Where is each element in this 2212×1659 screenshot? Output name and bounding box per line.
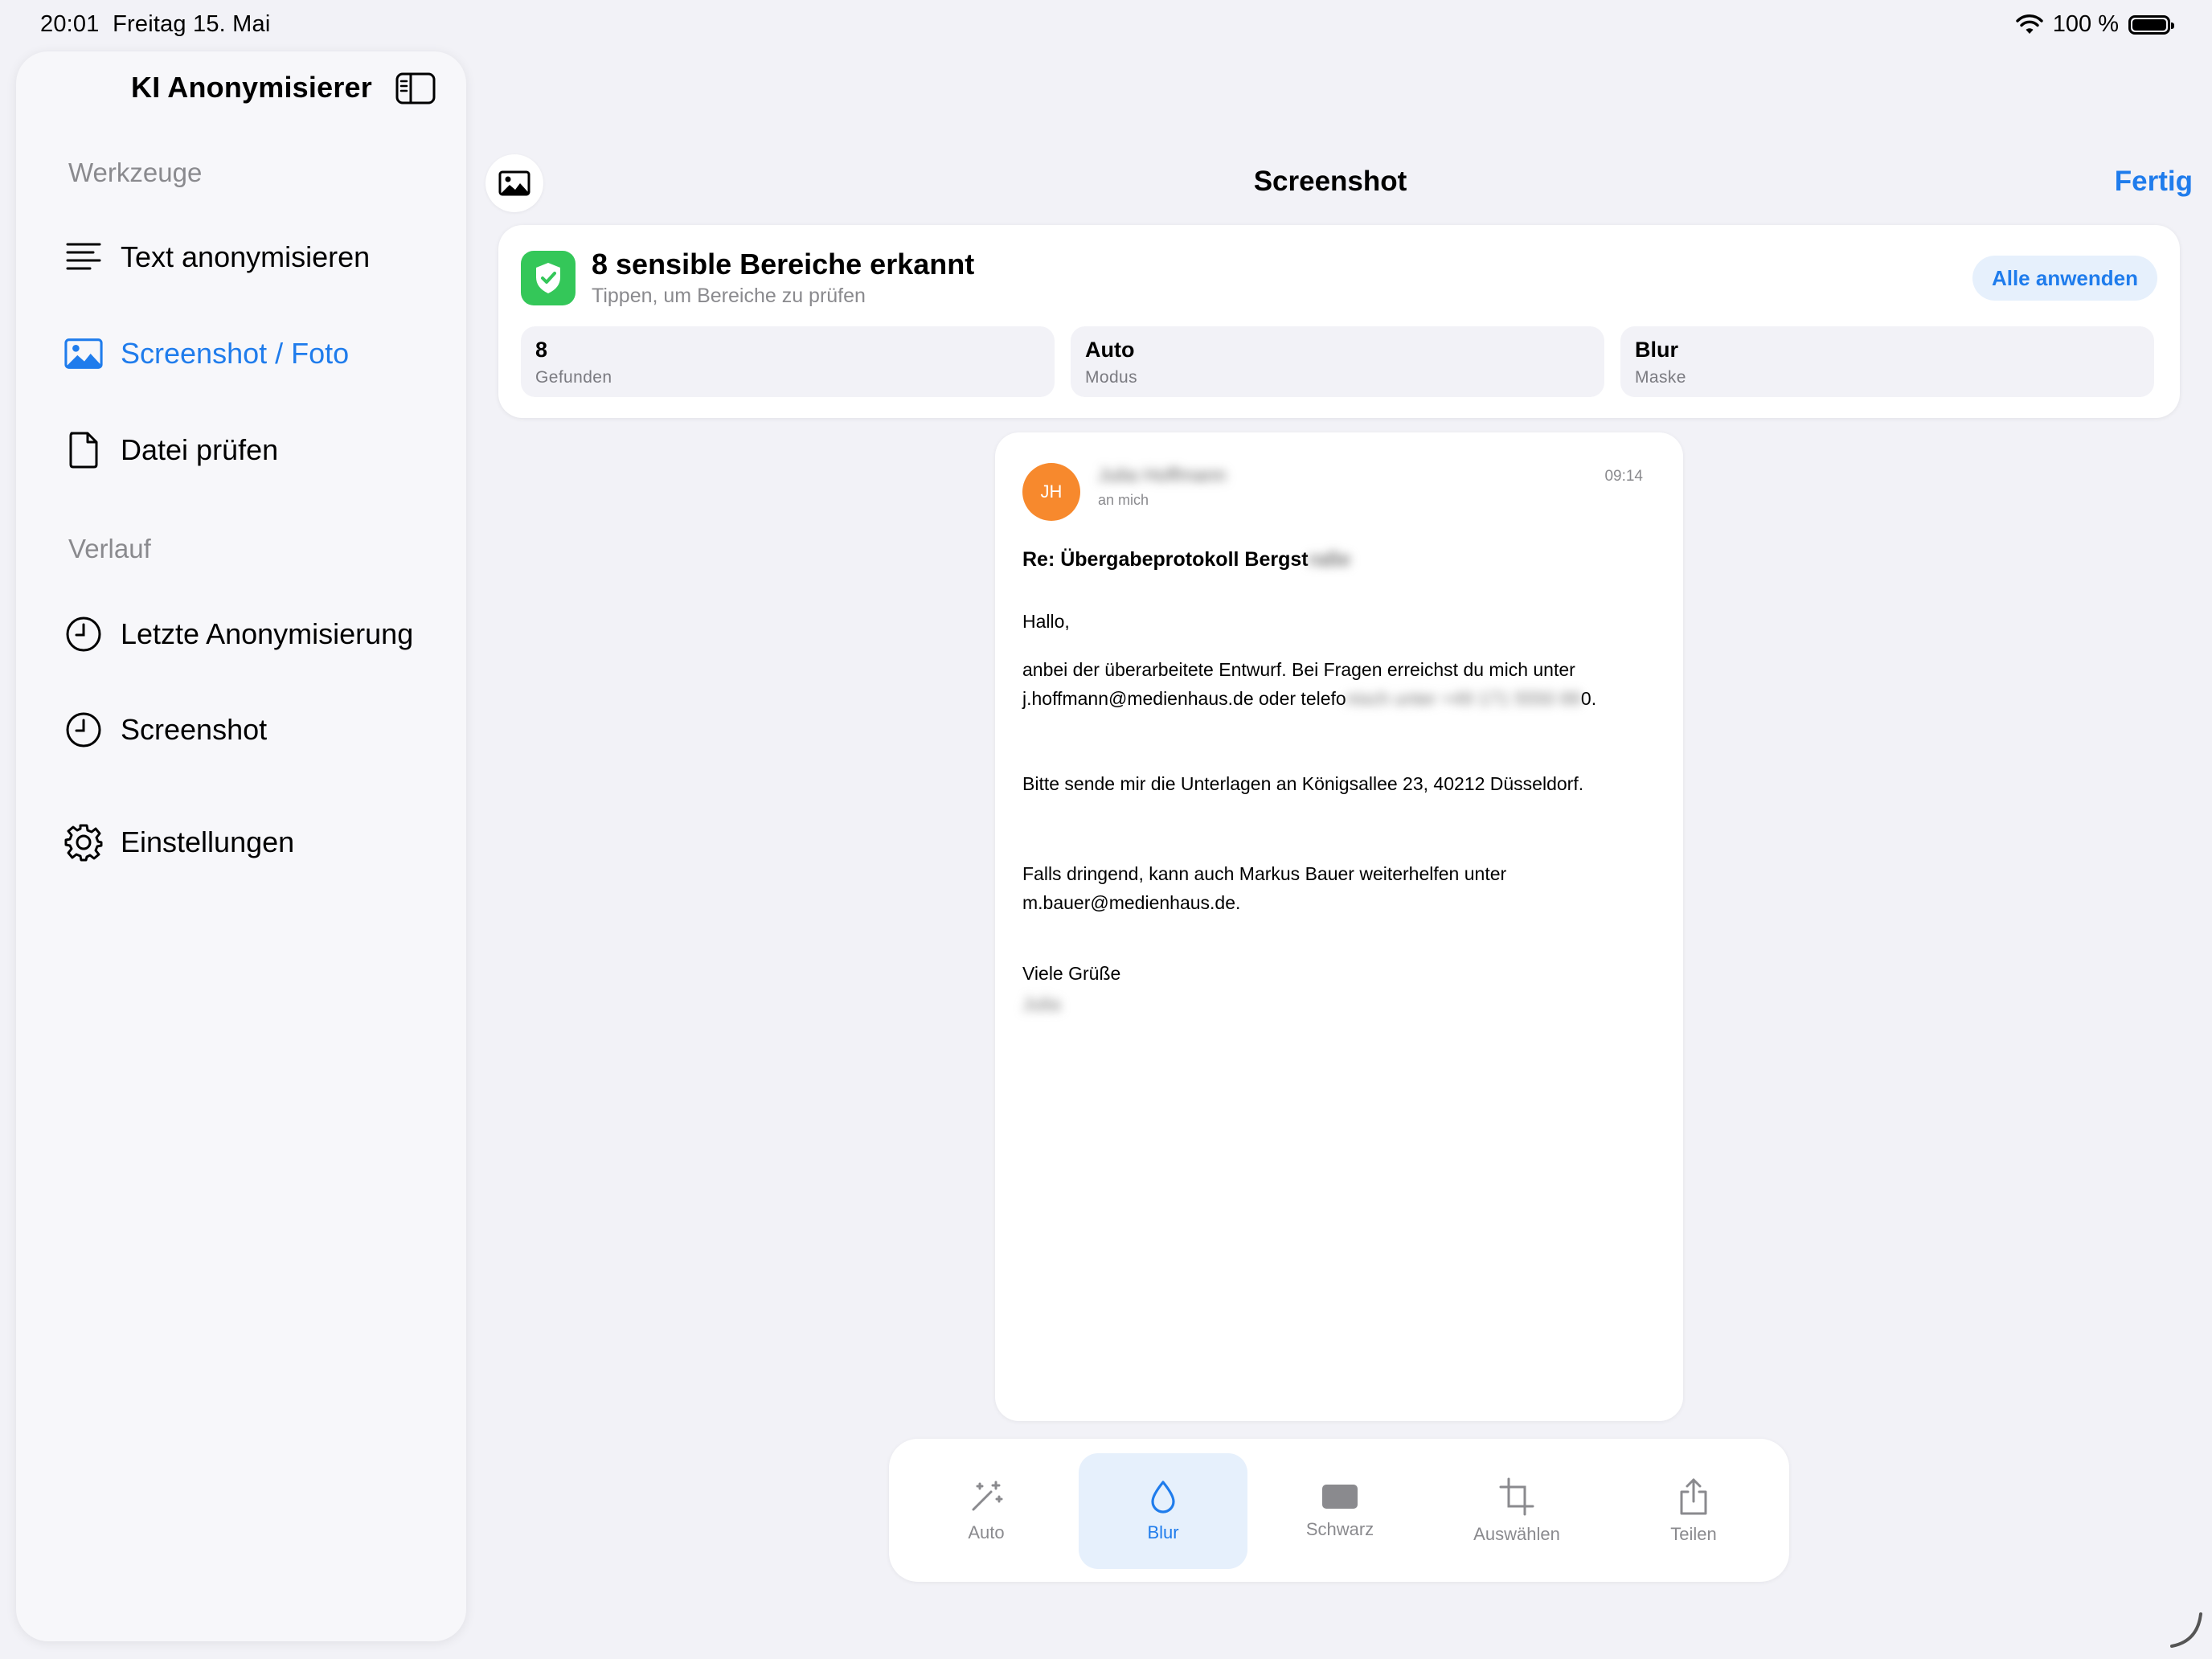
email-time: 09:14 bbox=[1604, 468, 1643, 485]
tool-label: Schwarz bbox=[1305, 1519, 1374, 1539]
subject-text: Re: Übergabeprotokoll Bergst bbox=[1022, 548, 1309, 571]
stat-label: Maske bbox=[1635, 368, 1686, 387]
screenshot-preview[interactable]: JH Julia Hoffmann an mich 09:14 Re: Über… bbox=[995, 432, 1683, 1421]
stat-label: Gefunden bbox=[535, 368, 612, 387]
status-bar-right: 100 % bbox=[2016, 11, 2174, 38]
summary-subtitle: Tippen, um Bereiche zu prüfen bbox=[592, 285, 866, 307]
black-rect-icon bbox=[1322, 1485, 1358, 1509]
edit-toolbar: Auto Blur Schwarz Auswählen Teilen bbox=[889, 1439, 1789, 1582]
stat-mask: Blur Maske bbox=[1620, 326, 2154, 397]
stat-value: Blur bbox=[1635, 338, 1678, 362]
apply-all-button[interactable]: Alle anwenden bbox=[1972, 256, 2157, 301]
share-icon bbox=[1680, 1478, 1707, 1515]
email-body-line: Falls dringend, kann auch Markus Bauer w… bbox=[1022, 863, 1507, 884]
sidebar-item-einstellungen[interactable]: Einstellungen bbox=[64, 810, 450, 875]
email-body-line: anbei der überarbeitete Entwurf. Bei Fra… bbox=[1022, 659, 1575, 680]
photo-icon bbox=[498, 170, 530, 196]
sidebar-item-datei-pruefen[interactable]: Datei prüfen bbox=[64, 418, 450, 482]
section-label-verlauf: Verlauf bbox=[68, 534, 151, 563]
clock-icon bbox=[64, 711, 103, 749]
sidebar-item-label: Text anonymisieren bbox=[121, 240, 371, 273]
avatar: JH bbox=[1022, 463, 1080, 521]
email-greeting: Hallo, bbox=[1022, 611, 1070, 632]
magic-wand-icon bbox=[972, 1481, 1003, 1511]
photo-icon bbox=[64, 334, 103, 373]
email-subject: Re: Übergabeprotokoll Bergstraße bbox=[1022, 548, 1350, 571]
sidebar-item-screenshot[interactable]: Screenshot bbox=[64, 698, 450, 762]
crop-icon bbox=[1499, 1477, 1534, 1516]
status-time: 20:01 bbox=[40, 11, 100, 37]
sidebar-item-label: Letzte Anonymisierung bbox=[121, 617, 414, 650]
sidebar-toggle-icon bbox=[395, 72, 436, 104]
stat-value: 8 bbox=[535, 338, 548, 362]
battery-percent: 100 % bbox=[2052, 11, 2119, 37]
status-bar-time: 20:01 Freitag 15. Mai bbox=[40, 11, 271, 38]
section-label-werkzeuge: Werkzeuge bbox=[68, 158, 203, 187]
tool-label: Blur bbox=[1147, 1522, 1179, 1542]
signature-blurred-region[interactable]: Julia bbox=[1022, 993, 1060, 1015]
battery-icon bbox=[2128, 14, 2174, 35]
stat-found: 8 Gefunden bbox=[521, 326, 1055, 397]
sidebar-item-label: Einstellungen bbox=[121, 825, 295, 858]
tool-blur-button[interactable]: Blur bbox=[1079, 1453, 1247, 1569]
tool-select-button[interactable]: Auswählen bbox=[1432, 1453, 1601, 1569]
email-body-line: Bitte sende mir die Unterlagen an Königs… bbox=[1022, 773, 1584, 794]
tool-label: Auto bbox=[968, 1522, 1005, 1542]
sidebar-item-letzte-anonymisierung[interactable]: Letzte Anonymisierung bbox=[64, 602, 450, 666]
status-date: Freitag 15. Mai bbox=[113, 11, 271, 37]
sender-name-blurred[interactable]: Julia Hoffmann bbox=[1098, 465, 1227, 487]
stat-mode: Auto Modus bbox=[1071, 326, 1604, 397]
sidebar-item-label: Datei prüfen bbox=[121, 433, 279, 466]
email-body-line: j.hoffmann@medienhaus.de oder telefonisc… bbox=[1022, 688, 1596, 710]
sidebar-toggle-button[interactable] bbox=[395, 72, 436, 104]
document-icon bbox=[64, 431, 103, 469]
summary-title: 8 sensible Bereiche erkannt bbox=[592, 248, 975, 281]
tool-label: Auswählen bbox=[1473, 1524, 1560, 1544]
page-title: Screenshot bbox=[1253, 166, 1407, 197]
stat-label: Modus bbox=[1085, 368, 1138, 387]
email-body-line: m.bauer@medienhaus.de. bbox=[1022, 892, 1241, 913]
clock-icon bbox=[64, 615, 103, 653]
tool-black-button[interactable]: Schwarz bbox=[1256, 1453, 1424, 1569]
drop-icon bbox=[1151, 1481, 1175, 1514]
wifi-icon bbox=[2016, 14, 2043, 34]
tool-label: Teilen bbox=[1670, 1524, 1717, 1544]
email-closing: Viele Grüße bbox=[1022, 963, 1121, 984]
text-lines-icon bbox=[64, 238, 103, 276]
shield-check-icon bbox=[521, 251, 576, 305]
sidebar-item-label: Screenshot bbox=[121, 713, 268, 746]
sidebar-item-label: Screenshot / Foto bbox=[121, 337, 350, 370]
sidebar-item-screenshot-foto[interactable]: Screenshot / Foto bbox=[64, 322, 450, 386]
subject-blurred-region[interactable]: raße bbox=[1309, 548, 1351, 571]
email-text: j.hoffmann@medienhaus.de oder telefo bbox=[1022, 688, 1346, 709]
detection-summary-card[interactable]: 8 sensible Bereiche erkannt Tippen, um B… bbox=[498, 225, 2180, 418]
gear-icon bbox=[64, 823, 103, 862]
email-text: 0. bbox=[1580, 688, 1597, 709]
phone-blurred-region[interactable]: nisch unter +49 171 5550 89 bbox=[1346, 688, 1581, 709]
tool-share-button[interactable]: Teilen bbox=[1609, 1453, 1778, 1569]
image-picker-button[interactable] bbox=[485, 154, 543, 212]
tool-auto-button[interactable]: Auto bbox=[902, 1453, 1071, 1569]
done-button[interactable]: Fertig bbox=[2115, 166, 2193, 198]
recipient-label: an mich bbox=[1098, 492, 1149, 508]
sidebar: KI Anonymisierer Werkzeuge Text anonymis… bbox=[16, 51, 466, 1641]
sidebar-item-text-anonymisieren[interactable]: Text anonymisieren bbox=[64, 225, 450, 289]
stat-value: Auto bbox=[1085, 338, 1135, 362]
home-indicator-corner-icon bbox=[2170, 1612, 2202, 1648]
